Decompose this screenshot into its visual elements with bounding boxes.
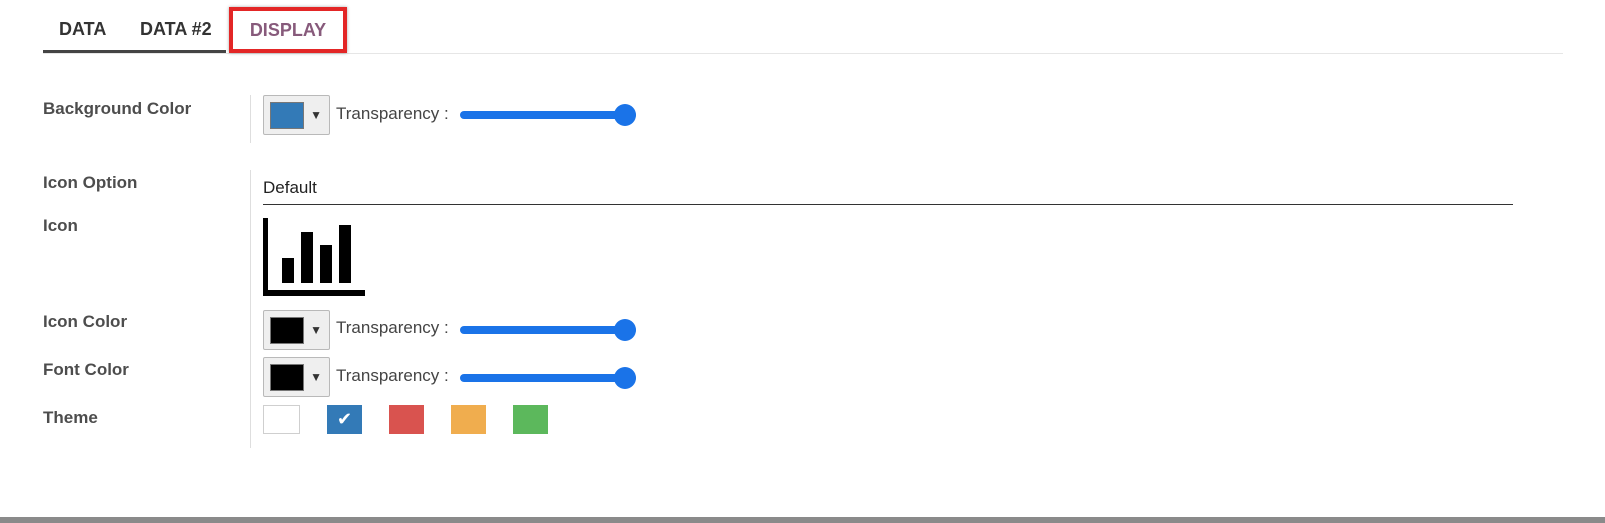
icon-color-label: Icon Color (43, 312, 128, 331)
icon-transparency-slider[interactable] (460, 319, 636, 341)
slider-track (460, 111, 636, 119)
theme-option-red[interactable] (389, 405, 424, 434)
theme-option-blue[interactable]: ✔ (327, 405, 362, 434)
slider-thumb[interactable] (614, 319, 636, 341)
icon-label: Icon (43, 216, 78, 235)
font-transparency-slider[interactable] (460, 367, 636, 389)
background-transparency-slider[interactable] (460, 104, 636, 126)
display-settings-page: DATA DATA #2 DISPLAY Background Color ▼ … (0, 0, 1605, 523)
icon-color-swatch (270, 317, 304, 344)
slider-thumb[interactable] (614, 367, 636, 389)
chevron-down-icon: ▼ (310, 323, 322, 337)
checkmark-icon: ✔ (336, 409, 353, 429)
background-color-label: Background Color (43, 99, 192, 118)
theme-option-green[interactable] (513, 405, 548, 434)
chevron-down-icon: ▼ (310, 108, 322, 122)
font-color-label: Font Color (43, 360, 129, 379)
icon-transparency-label: Transparency : (336, 318, 449, 337)
theme-label: Theme (43, 408, 98, 427)
font-color-picker[interactable]: ▼ (263, 357, 330, 397)
background-color-picker[interactable]: ▼ (263, 95, 330, 135)
background-transparency-label: Transparency : (336, 104, 449, 123)
theme-option-white[interactable] (263, 405, 300, 434)
font-transparency-label: Transparency : (336, 366, 449, 385)
slider-track (460, 326, 636, 334)
icon-option-label: Icon Option (43, 173, 138, 192)
chevron-down-icon: ▼ (310, 370, 322, 384)
tab-display[interactable]: DISPLAY (229, 7, 347, 53)
theme-option-orange[interactable] (451, 405, 486, 434)
column-divider (250, 170, 251, 448)
font-color-swatch (270, 364, 304, 391)
bottom-bar (0, 517, 1605, 523)
slider-track (460, 374, 636, 382)
tab-bar: DATA DATA #2 DISPLAY (43, 7, 1563, 54)
active-tab-underline (43, 50, 226, 53)
icon-option-select[interactable]: Default (263, 172, 1513, 205)
tab-data-2[interactable]: DATA #2 (140, 8, 220, 52)
tab-data[interactable]: DATA (59, 8, 141, 52)
slider-thumb[interactable] (614, 104, 636, 126)
bar-chart-icon[interactable] (263, 218, 365, 296)
background-color-swatch (270, 102, 304, 129)
icon-color-picker[interactable]: ▼ (263, 310, 330, 350)
column-divider (250, 95, 251, 143)
